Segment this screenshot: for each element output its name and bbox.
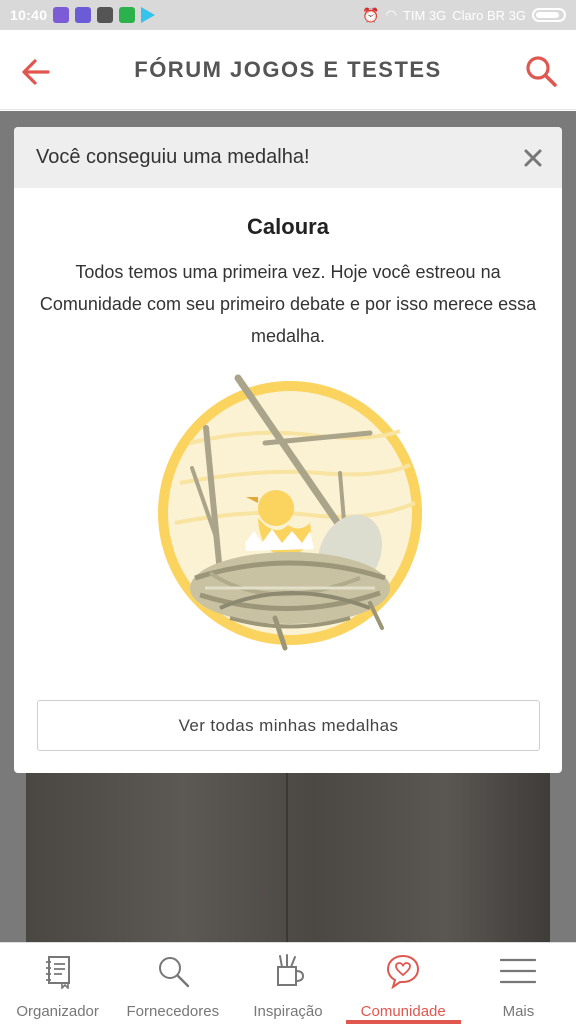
notebook-icon [45,956,70,989]
status-bar: 10:40 ⏰ ◠ TIM 3G Claro BR 3G [0,0,576,30]
nav-item-inspiracao[interactable]: Inspiração [230,943,345,1024]
battery-icon [532,8,566,22]
phone-notification-icon [119,7,136,23]
nav-label: Fornecedores [126,1003,220,1020]
alarm-icon: ⏰ [362,6,380,23]
close-button[interactable] [520,145,546,171]
carrier-label: Claro BR 3G [452,7,526,23]
active-tab-indicator [345,1020,461,1024]
medal-description: Todos temos uma primeira vez. Hoje você … [39,262,537,346]
nav-label: Organizador [16,1003,99,1020]
brushes-icon [277,954,305,986]
dialog-title: Você conseguiu uma medalha! [36,146,310,168]
arrow-left-icon [22,59,50,85]
menu-icon [500,958,537,984]
back-button[interactable] [18,54,54,90]
medal-dialog: Você conseguiu uma medalha! Caloura Todo… [14,127,562,773]
nav-label: Inspiração [253,1003,323,1020]
view-all-medals-button[interactable]: Ver todas minhas medalhas [37,700,540,751]
notification-icon [53,7,70,23]
app-header: FÓRUM JOGOS E TESTES [0,30,576,110]
search-button[interactable] [522,52,560,90]
carrier-label: TIM 3G [402,7,447,23]
bottom-nav: Organizador Fornecedores Inspiração Comu… [0,942,576,1024]
background-photo [26,771,550,942]
notification-icon [75,7,92,23]
close-icon [524,149,542,166]
heart-chat-icon [387,954,420,989]
page-title: FÓRUM JOGOS E TESTES [134,56,442,82]
wifi-icon: ◠ [385,7,397,22]
nav-item-comunidade[interactable]: Comunidade [345,943,461,1024]
search-icon [158,957,189,988]
nav-item-mais[interactable]: Mais [461,943,576,1024]
nav-item-organizador[interactable]: Organizador [0,943,115,1024]
dialog-header: Você conseguiu uma medalha! [14,127,562,188]
nav-label: Comunidade [360,1003,446,1020]
status-time: 10:40 [10,7,48,23]
nav-item-fornecedores[interactable]: Fornecedores [115,943,230,1024]
search-icon [526,56,557,87]
medal-name: Caloura [247,214,329,239]
nest-medal-image [158,374,422,651]
play-store-icon [141,7,156,23]
notification-icon [97,7,114,23]
nav-label: Mais [502,1003,535,1020]
